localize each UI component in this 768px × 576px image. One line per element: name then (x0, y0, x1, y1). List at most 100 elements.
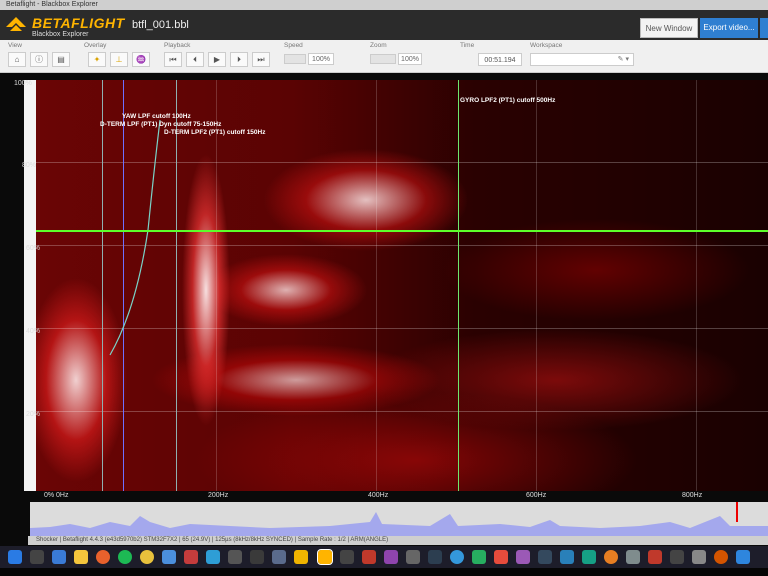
y-tick: 0% (44, 492, 55, 499)
app-icon[interactable] (428, 550, 442, 564)
firefox-icon[interactable] (96, 550, 110, 564)
betaflight-taskbar-icon[interactable] (294, 550, 308, 564)
table-view-button[interactable]: ▤ (52, 52, 70, 67)
y-tick: 40% (26, 328, 41, 335)
info-icon: ⓘ (35, 55, 43, 64)
jump-start-button[interactable]: ⏮ (164, 52, 182, 67)
x-tick: 0Hz (56, 492, 69, 499)
overlay-group-label: Overlay (84, 42, 107, 49)
app-icon[interactable] (736, 550, 750, 564)
speed-value[interactable]: 100% (308, 53, 334, 65)
os-taskbar (0, 546, 768, 568)
y-tick: 80% (22, 162, 37, 169)
window-title: Betaflight - Blackbox Explorer (0, 0, 768, 10)
app-icon[interactable] (538, 550, 552, 564)
search-icon[interactable] (30, 550, 44, 564)
app-icon[interactable] (340, 550, 354, 564)
app-icon[interactable] (384, 550, 398, 564)
task-view-icon[interactable] (52, 550, 66, 564)
seek-cursor[interactable] (736, 502, 738, 522)
edit-icon: ✎ ▾ (617, 56, 629, 63)
time-group-label: Time (460, 42, 475, 49)
analyser-icon: ♒ (136, 55, 146, 64)
x-tick: 400Hz (368, 492, 389, 499)
play-icon: ▶ (213, 55, 221, 64)
spotify-icon[interactable] (118, 550, 132, 564)
step-forward-icon: ⏵ (237, 55, 241, 64)
app-icon[interactable] (626, 550, 640, 564)
blackbox-taskbar-icon[interactable] (317, 549, 333, 565)
speed-group-label: Speed (284, 42, 303, 49)
new-window-button[interactable]: New Window (640, 18, 698, 38)
dterm-lpf2-label: D-TERM LPF2 (PT1) cutoff 150Hz (164, 129, 266, 136)
step-back-button[interactable]: ⏴ (186, 52, 204, 67)
overlay-craft-button[interactable]: ✦ (88, 52, 106, 67)
seek-bar[interactable] (30, 502, 768, 536)
play-button[interactable]: ▶ (208, 52, 226, 67)
x-tick: 600Hz (526, 492, 547, 499)
app-icon[interactable] (228, 550, 242, 564)
brand-subtitle: Blackbox Explorer (32, 31, 89, 38)
skip-back-icon: ⏮ (169, 55, 177, 64)
log-filename: btfl_001.bbl (132, 19, 189, 31)
home-icon: ⌂ (14, 55, 20, 64)
sticks-icon: ⊥ (115, 55, 123, 64)
app-icon[interactable] (406, 550, 420, 564)
screen: Betaflight - Blackbox Explorer BETAFLIGH… (0, 0, 768, 576)
app-icon[interactable] (560, 550, 574, 564)
app-icon[interactable] (714, 550, 728, 564)
app-icon[interactable] (692, 550, 706, 564)
home-button[interactable]: ⌂ (8, 52, 26, 67)
app-icon[interactable] (250, 550, 264, 564)
y-tick: 100% (14, 80, 32, 87)
dterm-dyn-curve (109, 119, 161, 356)
x-tick: 800Hz (682, 492, 703, 499)
app-icon[interactable] (582, 550, 596, 564)
app-icon[interactable] (206, 550, 220, 564)
time-input[interactable]: 00:51.194 (478, 53, 522, 66)
dterm-lpf-label: D-TERM LPF (PT1) Dyn cutoff 75-150Hz (100, 121, 222, 128)
brand-name: BETAFLIGHT (32, 15, 125, 31)
y-tick: 60% (26, 245, 41, 252)
y-tick: 20% (26, 411, 41, 418)
app-icon[interactable] (604, 550, 618, 564)
overlay-sticks-button[interactable]: ⊥ (110, 52, 128, 67)
start-icon[interactable] (8, 550, 22, 564)
graph-left-margin (24, 80, 36, 492)
betaflight-logo-icon (6, 17, 26, 31)
app-icon[interactable] (494, 550, 508, 564)
explorer-icon[interactable] (74, 550, 88, 564)
app-icon[interactable] (450, 550, 464, 564)
info-button[interactable]: ⓘ (30, 52, 48, 67)
monitor-bezel (0, 568, 768, 576)
export-video-button[interactable]: Export video... (700, 18, 758, 38)
step-forward-button[interactable]: ⏵ (230, 52, 248, 67)
workspace-group-label: Workspace (530, 42, 563, 49)
skip-forward-icon: ⏭ (257, 55, 265, 64)
chrome-icon[interactable] (140, 550, 154, 564)
speed-slider[interactable] (284, 54, 306, 64)
app-icon[interactable] (362, 550, 376, 564)
spectrum-graph[interactable]: YAW LPF cutoff 100Hz D-TERM LPF (PT1) Dy… (36, 80, 768, 492)
zoom-slider[interactable] (370, 54, 396, 64)
app-icon[interactable] (472, 550, 486, 564)
playback-group-label: Playback (164, 42, 191, 49)
overlay-analyser-button[interactable]: ♒ (132, 52, 150, 67)
app-icon[interactable] (162, 550, 176, 564)
app-header: BETAFLIGHT Blackbox Explorer btfl_001.bb… (0, 10, 768, 40)
app-icon[interactable] (648, 550, 662, 564)
threshold-line (36, 230, 768, 232)
throttle-trace (30, 512, 768, 536)
toolbar: View ⌂ ⓘ ▤ Overlay ✦ ⊥ ♒ Playback ⏮ ⏴ ▶ … (0, 40, 768, 73)
app-icon[interactable] (516, 550, 530, 564)
app-icon[interactable] (184, 550, 198, 564)
workspace-select[interactable]: ✎ ▾ (530, 53, 634, 66)
app-icon[interactable] (272, 550, 286, 564)
export-more-button[interactable]: E (760, 18, 768, 38)
view-group-label: View (8, 42, 22, 49)
app-icon[interactable] (670, 550, 684, 564)
x-tick: 200Hz (208, 492, 229, 499)
zoom-value[interactable]: 100% (398, 53, 422, 65)
x-axis (24, 491, 768, 500)
jump-end-button[interactable]: ⏭ (252, 52, 270, 67)
